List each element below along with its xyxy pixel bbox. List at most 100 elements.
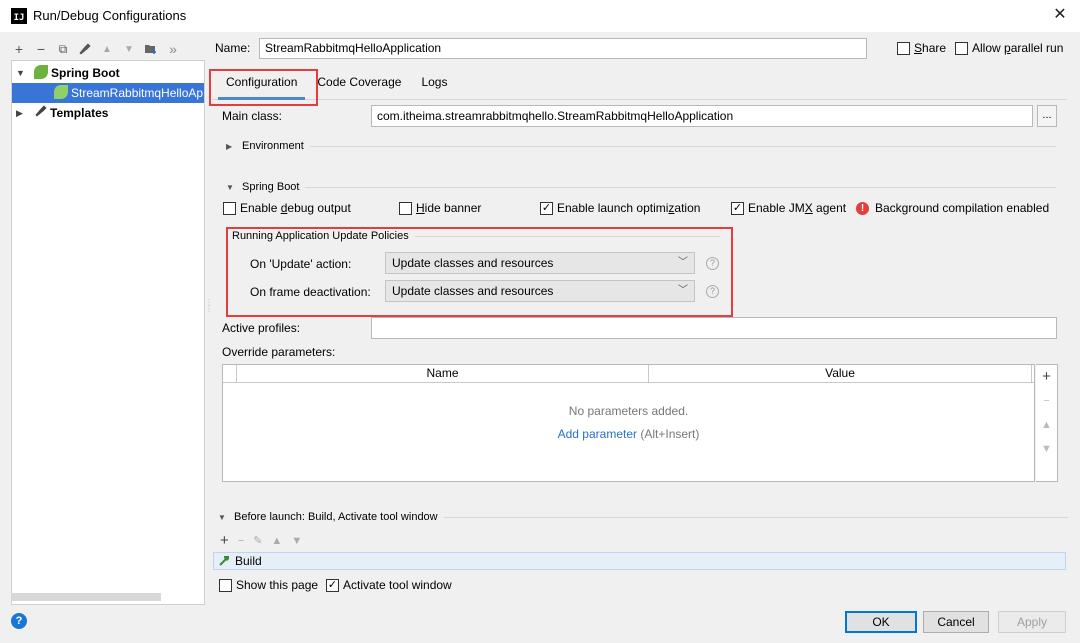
- plus-icon[interactable]: +: [1036, 365, 1057, 389]
- close-icon[interactable]: ✕: [1050, 5, 1070, 25]
- chevron-right-icon[interactable]: ▶: [226, 142, 236, 151]
- spring-app-icon: [54, 85, 68, 99]
- wrench-icon: [34, 103, 48, 123]
- column-header-value[interactable]: Value: [649, 365, 1032, 382]
- tree-node-spring-boot[interactable]: ▼ Spring Boot: [12, 63, 204, 83]
- ok-button[interactable]: OK: [845, 611, 917, 633]
- wrench-icon[interactable]: [77, 40, 93, 58]
- show-this-page-label: Show this page: [236, 578, 319, 592]
- minus-icon: −: [237, 534, 245, 547]
- activate-tool-window-box[interactable]: [326, 578, 339, 592]
- active-profiles-label: Active profiles:: [222, 321, 301, 335]
- cancel-button[interactable]: Cancel: [923, 611, 989, 633]
- tab-logs[interactable]: Logs: [413, 70, 455, 100]
- show-this-page-box[interactable]: [219, 578, 232, 592]
- tree-label-stream-rabbitmq: StreamRabbitmqHelloAp: [71, 86, 204, 100]
- arrow-down-icon: ▼: [1041, 443, 1052, 455]
- name-label: Name:: [215, 41, 251, 55]
- splitter-handle[interactable]: ⋮ ⋮: [205, 299, 213, 320]
- enable-debug-output-box[interactable]: [223, 201, 236, 215]
- enable-jmx-agent-box[interactable]: [731, 201, 744, 215]
- environment-label: Environment: [242, 140, 304, 152]
- enable-launch-optimization-box[interactable]: [540, 201, 553, 215]
- tab-code-coverage[interactable]: Code Coverage: [309, 70, 409, 100]
- name-input[interactable]: StreamRabbitmqHelloApplication: [259, 38, 867, 59]
- folder-icon[interactable]: [143, 40, 159, 58]
- browse-main-class-button[interactable]: ...: [1037, 105, 1057, 127]
- allow-parallel-checkbox-box[interactable]: [955, 41, 968, 55]
- chevron-down-icon[interactable]: ▼: [226, 183, 236, 192]
- parameters-side-toolbar: + − ▲ ▼: [1036, 364, 1058, 482]
- before-launch-section[interactable]: ▼ Before launch: Build, Activate tool wi…: [218, 511, 1068, 523]
- main-class-input[interactable]: com.itheima.streamrabbitmqhello.StreamRa…: [371, 105, 1033, 127]
- error-icon: !: [856, 201, 869, 215]
- edit-icon: ✎: [253, 535, 263, 547]
- plus-icon[interactable]: +: [11, 40, 27, 58]
- share-label: Share: [914, 41, 947, 55]
- active-profiles-input[interactable]: [371, 317, 1057, 339]
- sidebar-toolbar: + − ⧉ ▲ ▼ »: [11, 39, 206, 59]
- enable-launch-optimization-label: Enable launch optimization: [557, 201, 701, 215]
- spring-boot-icon: [34, 65, 48, 79]
- activate-tool-window-checkbox[interactable]: Activate tool window: [326, 578, 452, 592]
- chevron-right-icon[interactable]: ▶: [16, 103, 23, 123]
- add-parameter-link[interactable]: Add parameter: [558, 427, 637, 441]
- highlight-update-policies: [226, 227, 733, 317]
- parameters-table: Name Value No parameters added. Add para…: [222, 364, 1035, 482]
- help-icon[interactable]: ?: [11, 613, 27, 629]
- spring-boot-section[interactable]: ▼ Spring Boot: [226, 181, 1056, 193]
- apply-button: Apply: [998, 611, 1066, 633]
- configuration-tree: ▼ Spring Boot StreamRabbitmqHelloAp ▶ Te…: [11, 60, 205, 605]
- hide-banner-checkbox[interactable]: Hide banner: [399, 201, 481, 215]
- before-launch-title: Before launch: Build, Activate tool wind…: [234, 511, 438, 523]
- title-bar: IJ Run/Debug Configurations ✕: [0, 0, 1080, 32]
- column-header-name[interactable]: Name: [237, 365, 649, 382]
- enable-jmx-agent-label: Enable JMX agent: [748, 201, 847, 215]
- tree-label-templates: Templates: [50, 106, 109, 120]
- enable-jmx-agent-checkbox[interactable]: Enable JMX agent: [731, 201, 846, 215]
- background-compilation-label: Background compilation enabled: [875, 201, 1050, 215]
- hide-banner-box[interactable]: [399, 201, 412, 215]
- add-parameter-shortcut: (Alt+Insert): [640, 427, 700, 441]
- environment-section[interactable]: ▶ Environment: [226, 140, 1056, 152]
- arrow-up-icon: ▲: [271, 534, 283, 547]
- tree-item-stream-rabbitmq[interactable]: StreamRabbitmqHelloAp: [12, 83, 204, 103]
- build-task-label: Build: [235, 554, 262, 568]
- tree-horizontal-scrollbar[interactable]: [11, 593, 161, 601]
- before-launch-toolbar: + − ✎ ▲ ▼: [220, 532, 302, 549]
- enable-debug-output-label: Enable debug output: [240, 201, 351, 215]
- spring-boot-section-label: Spring Boot: [242, 181, 300, 193]
- allow-parallel-label: Allow parallel run: [972, 41, 1064, 55]
- highlight-configuration-tab: [209, 69, 318, 106]
- minus-icon: −: [1043, 395, 1050, 407]
- tree-label-spring-boot: Spring Boot: [51, 66, 120, 80]
- plus-icon[interactable]: +: [220, 532, 229, 549]
- activate-tool-window-label: Activate tool window: [343, 578, 452, 592]
- minus-icon[interactable]: −: [33, 40, 49, 58]
- arrow-up-icon: ▲: [102, 43, 112, 55]
- arrow-up-icon: ▲: [1041, 419, 1052, 431]
- chevron-down-icon[interactable]: ▼: [16, 63, 25, 83]
- arrow-down-icon: ▼: [124, 43, 134, 55]
- show-this-page-checkbox[interactable]: Show this page: [219, 578, 318, 592]
- more-icon[interactable]: »: [165, 40, 181, 58]
- arrow-down-icon: ▼: [291, 534, 303, 547]
- background-compilation-status: ! Background compilation enabled: [856, 201, 1049, 215]
- tree-node-templates[interactable]: ▶ Templates: [12, 103, 204, 123]
- window-title: Run/Debug Configurations: [33, 8, 187, 23]
- empty-table-text: No parameters added.: [568, 404, 689, 418]
- override-parameters-label: Override parameters:: [222, 345, 336, 359]
- share-checkbox[interactable]: Share: [897, 41, 946, 55]
- parameters-table-header: Name Value: [223, 365, 1034, 383]
- share-checkbox-box[interactable]: [897, 41, 910, 55]
- chevron-down-icon[interactable]: ▼: [218, 513, 228, 522]
- intellij-logo-icon: IJ: [11, 8, 27, 24]
- before-launch-task-build[interactable]: Build: [213, 552, 1066, 570]
- hide-banner-label: Hide banner: [416, 201, 482, 215]
- enable-launch-optimization-checkbox[interactable]: Enable launch optimization: [540, 201, 700, 215]
- copy-icon[interactable]: ⧉: [55, 40, 71, 58]
- add-parameter-row: Add parameter (Alt+Insert): [223, 427, 1034, 441]
- enable-debug-output-checkbox[interactable]: Enable debug output: [223, 201, 351, 215]
- build-hammer-icon: [218, 554, 231, 571]
- allow-parallel-checkbox[interactable]: Allow parallel run: [955, 41, 1063, 55]
